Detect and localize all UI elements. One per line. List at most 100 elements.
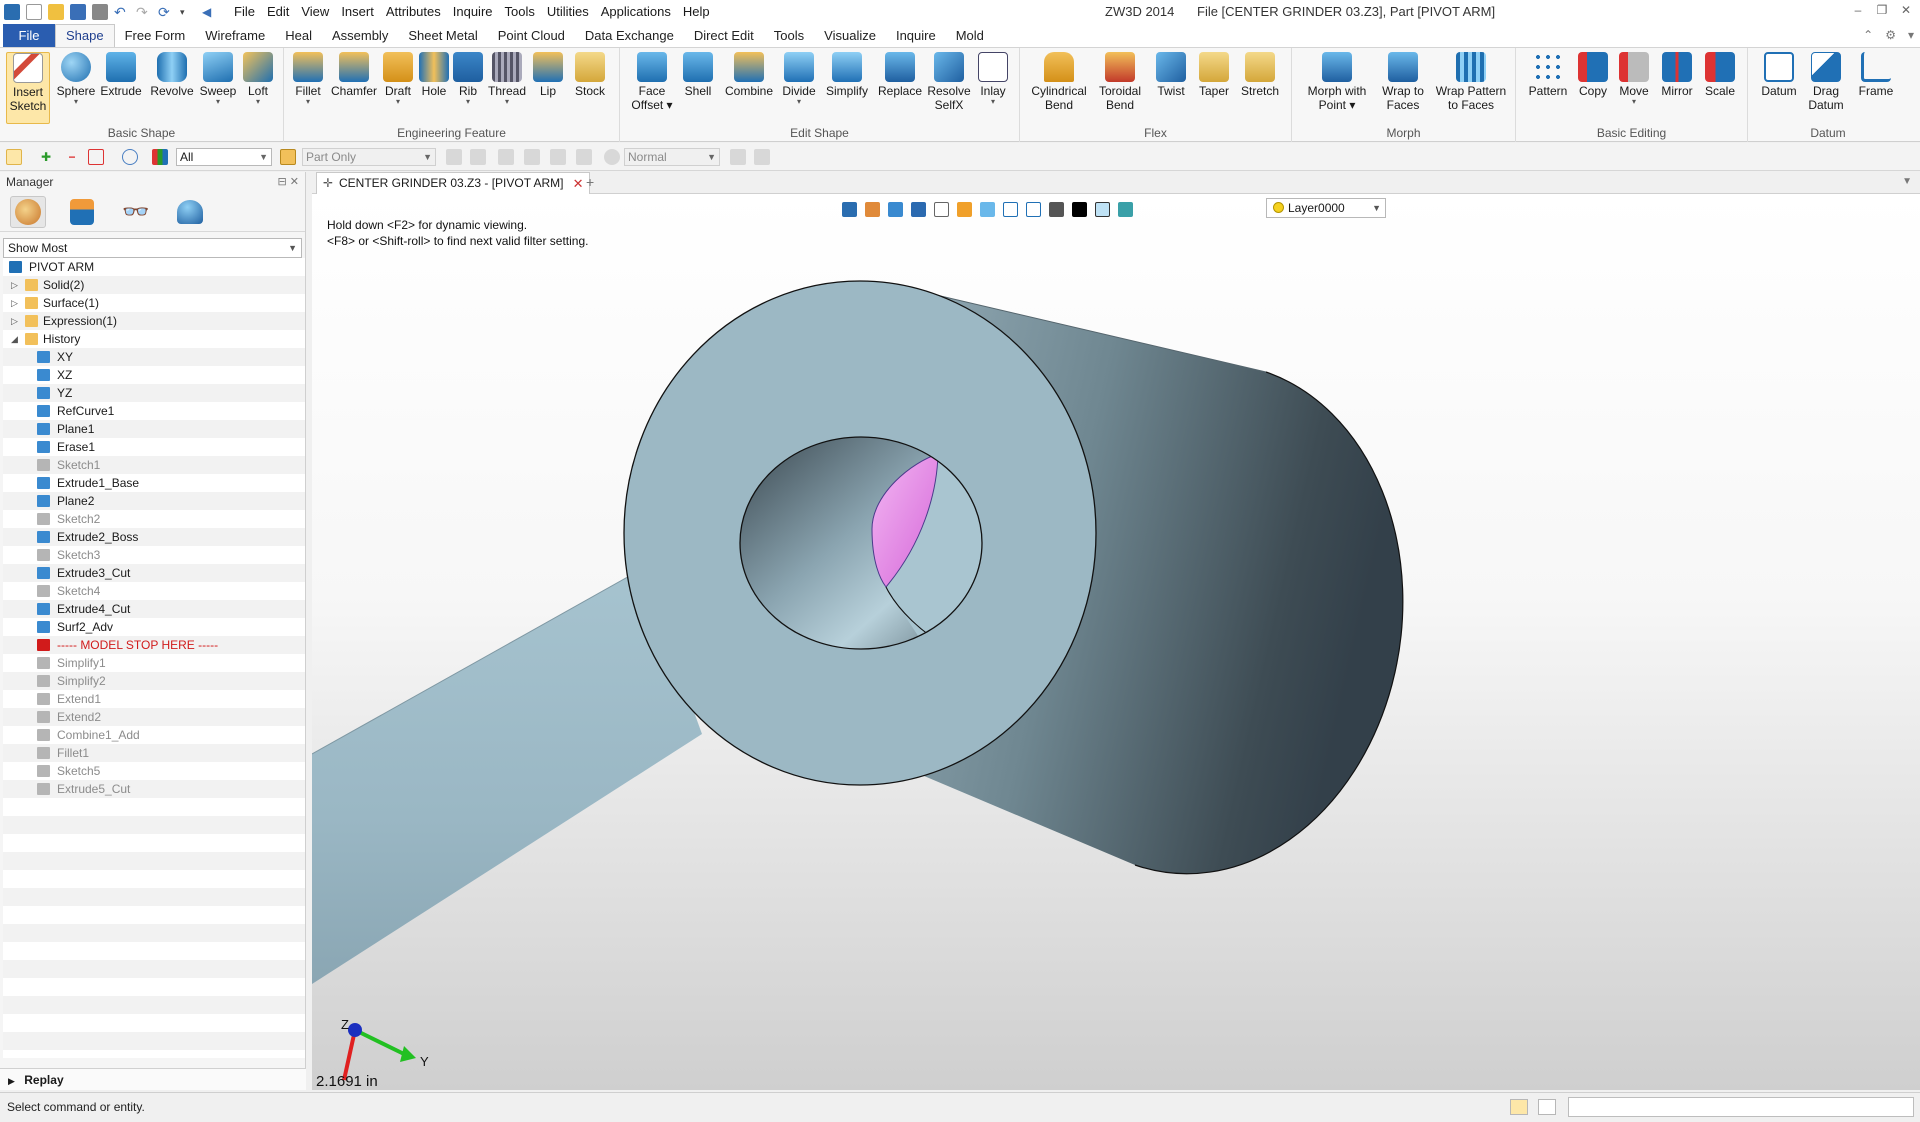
redo-icon[interactable]: ↷: [136, 4, 152, 20]
history-item[interactable]: Sketch4: [3, 582, 305, 600]
tree-folder-expression[interactable]: ▷ Expression(1): [3, 312, 305, 330]
history-item[interactable]: Surf2_Adv: [3, 618, 305, 636]
minimize-icon[interactable]: –: [1850, 2, 1866, 18]
twist-button[interactable]: Twist: [1152, 52, 1190, 98]
app-logo-icon[interactable]: [4, 4, 20, 20]
tree-folder-surface[interactable]: ▷ Surface(1): [3, 294, 305, 312]
help-dropdown-icon[interactable]: ▾: [1908, 28, 1914, 42]
snap-icon-4[interactable]: [524, 149, 540, 165]
extrude-button[interactable]: Extrude: [98, 52, 144, 98]
history-item[interactable]: Extrude1_Base: [3, 474, 305, 492]
filter-chart-icon[interactable]: [152, 149, 168, 165]
repeat-icon[interactable]: ⟳: [158, 4, 174, 20]
view-cube-icon[interactable]: [888, 201, 903, 217]
history-item[interactable]: Sketch1: [3, 456, 305, 474]
history-item[interactable]: Erase1: [3, 438, 305, 456]
scale-button[interactable]: Scale: [1700, 52, 1740, 98]
add-green-icon[interactable]: ✚: [38, 149, 54, 165]
status-list-icon[interactable]: [1538, 1099, 1556, 1115]
divide-button[interactable]: Divide ▾: [778, 52, 820, 106]
status-view-icon[interactable]: [1510, 1099, 1528, 1115]
menu-view[interactable]: View: [295, 0, 335, 24]
face-offset-button[interactable]: Face Offset ▾: [628, 52, 676, 112]
history-item[interactable]: XY: [3, 348, 305, 366]
restore-icon[interactable]: ❐: [1874, 2, 1890, 18]
chamfer-button[interactable]: Chamfer: [330, 52, 378, 98]
back-arrow-icon[interactable]: ◀: [202, 4, 218, 20]
history-item[interactable]: Simplify2: [3, 672, 305, 690]
simplify-button[interactable]: Simplify: [822, 52, 872, 98]
toroidal-bend-button[interactable]: Toroidal Bend: [1092, 52, 1148, 112]
filter-select[interactable]: All ▼: [176, 148, 272, 166]
snap-icon-3[interactable]: [498, 149, 514, 165]
history-item[interactable]: Extend1: [3, 690, 305, 708]
snap-icon-2[interactable]: [470, 149, 486, 165]
history-item[interactable]: Plane1: [3, 420, 305, 438]
background-color-icon[interactable]: [1072, 201, 1087, 217]
history-item[interactable]: Sketch5: [3, 762, 305, 780]
tab-mold[interactable]: Mold: [946, 25, 994, 47]
history-item[interactable]: Simplify1: [3, 654, 305, 672]
frame-button[interactable]: Frame: [1854, 52, 1898, 98]
section-icon[interactable]: [1026, 201, 1041, 217]
scope-select[interactable]: Part Only ▼: [302, 148, 436, 166]
tab-file[interactable]: File: [3, 24, 55, 47]
shaded-cube-icon[interactable]: [957, 201, 972, 217]
resolve-selfx-button[interactable]: Resolve SelfX: [926, 52, 972, 112]
tab-free-form[interactable]: Free Form: [115, 25, 196, 47]
history-item[interactable]: Extend2: [3, 708, 305, 726]
cursor-pick-icon[interactable]: [730, 149, 746, 165]
thread-button[interactable]: Thread ▾: [486, 52, 528, 106]
history-item[interactable]: Combine1_Add: [3, 726, 305, 744]
expand-arrow-icon[interactable]: ▷: [11, 276, 18, 294]
expand-arrow-icon[interactable]: ▷: [11, 294, 18, 312]
history-item[interactable]: RefCurve1: [3, 402, 305, 420]
display-mode-icon[interactable]: [1049, 201, 1064, 217]
tab-heal[interactable]: Heal: [275, 25, 322, 47]
move-button[interactable]: Move ▾: [1614, 52, 1654, 106]
command-input[interactable]: [1568, 1097, 1914, 1117]
tree-folder-solid[interactable]: ▷ Solid(2): [3, 276, 305, 294]
revolve-button[interactable]: Revolve: [148, 52, 196, 98]
part-scope-icon[interactable]: [280, 149, 296, 165]
lasso-icon[interactable]: [122, 149, 138, 165]
collapse-arrow-icon[interactable]: ◢: [11, 330, 18, 348]
inlay-button[interactable]: Inlay ▾: [974, 52, 1012, 106]
history-item[interactable]: YZ: [3, 384, 305, 402]
close-icon[interactable]: ✕: [1898, 2, 1914, 18]
loft-button[interactable]: Loft ▾: [238, 52, 278, 106]
layer-select[interactable]: Layer0000 ▼: [1266, 198, 1386, 218]
view-orient-icon[interactable]: [911, 201, 926, 217]
copy-button[interactable]: Copy: [1574, 52, 1612, 98]
customize-dropdown-icon[interactable]: ▾: [180, 4, 196, 20]
walk-icon[interactable]: [842, 201, 857, 217]
tab-tools[interactable]: Tools: [764, 25, 814, 47]
tab-direct-edit[interactable]: Direct Edit: [684, 25, 764, 47]
history-item[interactable]: Fillet1: [3, 744, 305, 762]
expand-arrow-icon[interactable]: ▷: [11, 312, 18, 330]
tab-inquire[interactable]: Inquire: [886, 25, 946, 47]
shell-button[interactable]: Shell: [678, 52, 718, 98]
history-item[interactable]: XZ: [3, 366, 305, 384]
mirror-button[interactable]: Mirror: [1656, 52, 1698, 98]
snap-icon-1[interactable]: [446, 149, 462, 165]
insert-sketch-button[interactable]: Insert Sketch: [6, 52, 50, 124]
undo-icon[interactable]: ↶: [114, 4, 130, 20]
menu-applications[interactable]: Applications: [595, 0, 677, 24]
morph-with-point-button[interactable]: Morph with Point ▾: [1302, 52, 1372, 112]
layer-toggle-icon[interactable]: [1118, 201, 1133, 217]
drag-datum-button[interactable]: Drag Datum: [1804, 52, 1848, 112]
pin-icon[interactable]: ✛: [323, 173, 333, 194]
close-tab-icon[interactable]: ✕: [573, 173, 584, 194]
tree-root[interactable]: PIVOT ARM: [3, 258, 305, 276]
zoom-fit-icon[interactable]: [1003, 201, 1018, 217]
open-folder-icon[interactable]: [48, 4, 64, 20]
menu-file[interactable]: File: [228, 0, 261, 24]
pick-mode-icon[interactable]: [604, 149, 620, 165]
wrap-to-faces-button[interactable]: Wrap to Faces: [1376, 52, 1430, 112]
tab-list-dropdown-icon[interactable]: ▼: [1902, 176, 1912, 187]
rib-button[interactable]: Rib ▾: [452, 52, 484, 106]
tab-sheet-metal[interactable]: Sheet Metal: [398, 25, 487, 47]
datum-button[interactable]: Datum: [1758, 52, 1800, 98]
history-item[interactable]: Extrude2_Boss: [3, 528, 305, 546]
